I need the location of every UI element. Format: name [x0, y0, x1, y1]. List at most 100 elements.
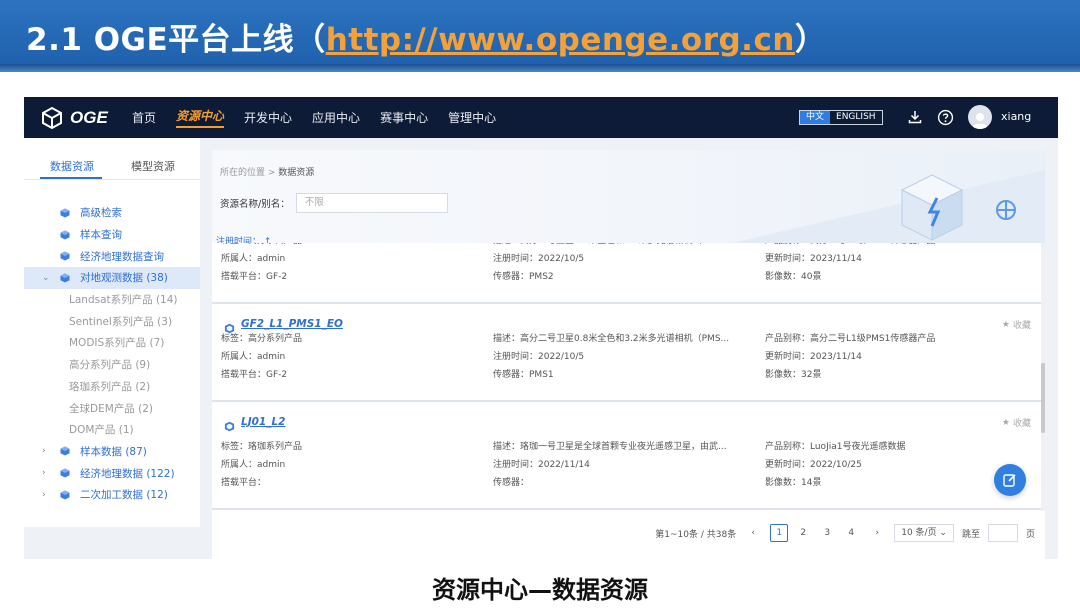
card-field-alias: 产品别称：高分二号L1级PMS1传感器产品: [765, 334, 936, 344]
sort-by-register-time[interactable]: 注册时间： ↑: [216, 234, 271, 243]
tree-item-label: 高级检索: [80, 207, 122, 220]
tree-item-1[interactable]: 样本查询: [24, 224, 200, 246]
jump-input[interactable]: [987, 524, 1018, 542]
card-field-owner: 所属人：admin: [221, 352, 286, 362]
tree-item-7[interactable]: 高分系列产品 (9): [24, 354, 200, 376]
breadcrumb-current: 数据资源: [278, 168, 315, 178]
logo-text: OGE: [70, 108, 108, 127]
resource-list: 标签：高分系列产品所属人：admin 搭载平台：GF-2 描述：高分二号卫星0.8米…: [212, 243, 1041, 511]
tree-item-3[interactable]: ⌄ 对地观测数据 (38): [24, 267, 200, 289]
resource-card[interactable]: LJ01_L2 ★ 收藏 标签：珞珈系列产品 所属人：admin 搭载平台： 描述：珞珈一号…: [212, 404, 1041, 510]
tree-item-label: Sentinel系列产品 (3): [69, 315, 173, 328]
card-field-reg: 注册时间：2022/11/14: [493, 460, 590, 470]
page-button-3[interactable]: 3: [818, 524, 836, 542]
page-size-select[interactable]: 10 条/页 ⌄: [894, 524, 954, 542]
edit-fab-button[interactable]: [994, 464, 1026, 496]
banner-illustration: [732, 170, 1045, 243]
chevron-right-icon[interactable]: ›: [42, 490, 46, 500]
cube-icon: [60, 208, 70, 218]
avatar[interactable]: [968, 105, 992, 129]
list-scrollbar[interactable]: [1041, 243, 1045, 511]
tree-item-label: 全球DEM产品 (2): [69, 402, 153, 415]
tree-item-9[interactable]: 全球DEM产品 (2): [24, 397, 200, 419]
title-prefix: 2.1 OGE平台上线（: [26, 22, 326, 58]
lang-en[interactable]: ENGLISH: [830, 111, 882, 124]
main-panel: 所在的位置 > 数据资源 资源名称/别名： 不限 注册时间： ↑ 标签：高分系列…: [212, 150, 1045, 559]
resource-card[interactable]: 标签：高分系列产品所属人：admin 搭载平台：GF-2 描述：高分二号卫星0.8米…: [212, 243, 1041, 304]
cube-icon: [60, 230, 70, 240]
page-button-1[interactable]: 1: [770, 524, 789, 542]
card-field-desc: 描述：高分二号卫星0.8米全色和3.2米多光谱相机（PMS...: [493, 334, 730, 344]
title-link[interactable]: http://www.openge.org.cn: [326, 22, 795, 58]
pager-summary: 第1~10条 / 共38条: [655, 529, 737, 540]
tab-data-resources[interactable]: 数据资源: [50, 158, 94, 174]
tree-item-label: 二次加工数据 (12): [80, 489, 168, 502]
logo-cube-icon: [42, 106, 62, 130]
nav-item-2[interactable]: 开发中心: [244, 109, 292, 126]
scroll-thumb[interactable]: [1041, 363, 1045, 433]
tree-item-label: 经济地理数据 (122): [80, 467, 175, 480]
nav-item-5[interactable]: 管理中心: [448, 109, 496, 126]
pager-prev[interactable]: ‹: [744, 524, 762, 542]
tree-item-6[interactable]: MODIS系列产品 (7): [24, 332, 200, 354]
tree-item-5[interactable]: Sentinel系列产品 (3): [24, 310, 200, 332]
card-field-sensor: 传感器：PMS2: [493, 272, 554, 282]
tree-item-2[interactable]: 经济地理数据查询: [24, 245, 200, 267]
card-field-upd: 更新时间：2022/10/25: [765, 460, 862, 470]
tree-item-11[interactable]: › 样本数据 (87): [24, 441, 200, 463]
username[interactable]: xiang: [1001, 110, 1031, 123]
top-icons: [906, 108, 954, 126]
lang-zh[interactable]: 中文: [800, 111, 831, 124]
tree-item-label: 珞珈系列产品 (2): [69, 380, 151, 393]
card-title[interactable]: LJ01_L2: [224, 416, 285, 431]
sidebar: 数据资源 模型资源 高级检索样本查询经济地理数据查询 ⌄ 对地观测数据 (38) La…: [24, 138, 200, 527]
nav-item-3[interactable]: 应用中心: [312, 109, 360, 126]
tree-item-0[interactable]: 高级检索: [24, 202, 200, 224]
card-title-text[interactable]: GF2_L1_PMS1_EO: [241, 318, 343, 330]
tree-item-label: Landsat系列产品 (14): [69, 294, 178, 307]
language-switch[interactable]: 中文 ENGLISH: [799, 110, 883, 125]
card-field-reg: 注册时间：2022/10/5: [493, 254, 585, 264]
page-button-4[interactable]: 4: [842, 524, 860, 542]
help-icon[interactable]: [936, 108, 954, 126]
logo[interactable]: OGE: [40, 106, 108, 130]
cube-icon: [60, 468, 70, 478]
cube-icon: [60, 490, 70, 500]
pager-pages: 1234: [770, 524, 860, 542]
breadcrumb-prefix[interactable]: 所在的位置 >: [220, 168, 275, 178]
card-field-alias: 产品别称：LuoJia1号夜光遥感数据: [765, 442, 906, 452]
pager-next[interactable]: ›: [868, 524, 886, 542]
page-button-2[interactable]: 2: [794, 524, 812, 542]
sidebar-tabs: 数据资源 模型资源: [24, 152, 200, 180]
tree-item-4[interactable]: Landsat系列产品 (14): [24, 289, 200, 311]
tab-model-resources[interactable]: 模型资源: [131, 158, 175, 174]
chevron-right-icon[interactable]: ›: [42, 446, 46, 456]
main-nav: 首页 资源中心 开发中心 应用中心 赛事中心 管理中心: [132, 97, 516, 138]
tree-item-10[interactable]: DOM产品 (1): [24, 419, 200, 441]
dataset-icon: [224, 319, 235, 333]
nav-item-1[interactable]: 资源中心: [176, 107, 225, 128]
tree-item-13[interactable]: › 二次加工数据 (12): [24, 484, 200, 506]
nav-item-0[interactable]: 首页: [132, 109, 156, 126]
tree-item-label: 样本查询: [80, 229, 122, 242]
tree-item-8[interactable]: 珞珈系列产品 (2): [24, 376, 200, 398]
card-title-text[interactable]: LJ01_L2: [241, 416, 285, 428]
chevron-down-icon[interactable]: ⌄: [42, 273, 50, 283]
tree-item-label: 高分系列产品 (9): [69, 359, 151, 372]
chevron-right-icon[interactable]: ›: [42, 468, 46, 478]
resource-tree: 高级检索样本查询经济地理数据查询 ⌄ 对地观测数据 (38) Landsat系列产品 …: [24, 202, 200, 506]
filter-label: 资源名称/别名：: [220, 199, 290, 210]
favorite-button[interactable]: ★ 收藏: [1002, 416, 1031, 430]
cube-icon: [60, 446, 70, 456]
star-icon: ★: [1001, 319, 1010, 330]
tree-item-label: 样本数据 (87): [80, 445, 147, 458]
tree-item-12[interactable]: › 经济地理数据 (122): [24, 462, 200, 484]
card-title[interactable]: GF2_L1_PMS1_EO: [224, 318, 343, 333]
name-filter: 资源名称/别名： 不限: [220, 193, 448, 213]
filter-input[interactable]: 不限: [295, 193, 448, 213]
breadcrumb: 所在的位置 > 数据资源: [220, 165, 314, 178]
download-icon[interactable]: [906, 108, 924, 126]
nav-item-4[interactable]: 赛事中心: [380, 109, 428, 126]
resource-card[interactable]: GF2_L1_PMS1_EO ★ 收藏 标签：高分系列产品 所属人：admin 搭载平台：…: [212, 306, 1041, 402]
favorite-button[interactable]: ★ 收藏: [1001, 318, 1031, 332]
